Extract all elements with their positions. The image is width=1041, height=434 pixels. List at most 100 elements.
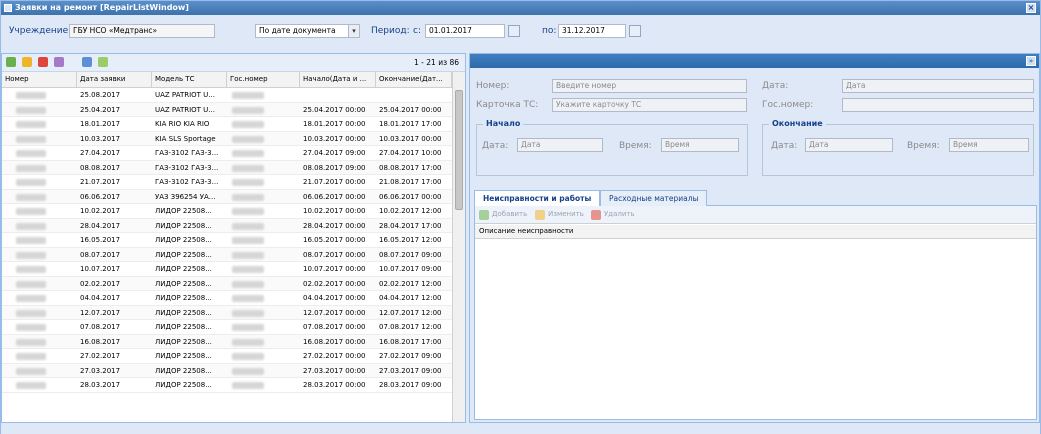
table-row[interactable]: 27.02.2017 ЛИДОР 22508... 27.02.2017 00:00… (2, 349, 452, 364)
table-row[interactable]: 08.07.2017 ЛИДОР 22508... 08.07.2017 00:00… (2, 247, 452, 262)
redacted-number (16, 382, 46, 389)
institution-label: Учреждение: (9, 26, 72, 36)
redacted-plate (232, 324, 264, 331)
cell-end: 25.04.2017 00:00 (379, 105, 442, 114)
cell-model: KIA SLS Sportage (155, 134, 216, 143)
start-group: Начало Дата: Дата Время: Время (476, 119, 748, 176)
gos-label: Гос.номер: (762, 100, 814, 110)
add-icon (479, 210, 489, 220)
cell-model: ЛИДОР 22508... (155, 207, 212, 215)
cell-end: 10.03.2017 00:00 (379, 134, 442, 143)
column-header[interactable]: Дата заявки (77, 72, 152, 88)
cell-model: KIA RIO KIA RIO (155, 120, 210, 128)
cell-start: 10.07.2017 00:00 (303, 265, 366, 273)
add-icon[interactable] (6, 57, 16, 67)
start-group-title: Начало (483, 119, 524, 128)
redacted-number (16, 121, 46, 128)
table-row[interactable]: 27.04.2017 ГАЗ-3102 ГАЗ-3... 27.04.2017 09… (2, 146, 452, 161)
cell-start (300, 88, 376, 102)
table-row[interactable]: 21.07.2017 ГАЗ-3102 ГАЗ-3... 21.07.2017 00… (2, 175, 452, 190)
add-fault-label: Добавить (492, 210, 528, 218)
close-icon[interactable]: × (1026, 3, 1036, 13)
table-row[interactable]: 28.04.2017 ЛИДОР 22508... 28.04.2017 00:00… (2, 218, 452, 233)
cell-end: 21.08.2017 17:00 (379, 178, 442, 186)
table-row[interactable]: 25.04.2017 UAZ PATRIOT U... 25.04.2017 00:… (2, 102, 452, 117)
print-icon[interactable] (54, 57, 64, 67)
end-date-input[interactable]: Дата (805, 138, 893, 152)
date-mode-select[interactable]: По дате документа (255, 24, 349, 38)
tab-faults[interactable]: Неисправности и работы (474, 190, 601, 207)
calendar-icon[interactable] (629, 25, 641, 37)
start-date-label: Дата: (482, 141, 509, 151)
cell-model: ЛИДОР 22508... (155, 323, 212, 331)
scrollbar-thumb[interactable] (455, 90, 463, 210)
cell-start: 02.02.2017 00:00 (303, 279, 366, 288)
cell-end: 12.07.2017 12:00 (379, 308, 442, 317)
table-row[interactable]: 07.08.2017 ЛИДОР 22508... 07.08.2017 00:00… (2, 320, 452, 335)
calendar-icon[interactable] (508, 25, 520, 37)
delete-icon[interactable] (38, 57, 48, 67)
institution-field[interactable]: ГБУ НСО «Медтранс» (69, 24, 215, 38)
table-row[interactable]: 10.02.2017 ЛИДОР 22508... 10.02.2017 00:00… (2, 204, 452, 219)
from-date-field[interactable]: 01.01.2017 (425, 24, 505, 38)
redacted-plate (232, 266, 264, 273)
table-row[interactable]: 08.08.2017 ГАЗ-3102 ГАЗ-3... 08.08.2017 09… (2, 160, 452, 175)
table-row[interactable]: 28.03.2017 ЛИДОР 22508... 28.03.2017 00:00… (2, 378, 452, 393)
cell-model: ГАЗ-3102 ГАЗ-3... (155, 149, 219, 157)
cell-start: 08.08.2017 09:00 (303, 163, 366, 172)
cell-date: 10.02.2017 (80, 207, 121, 215)
table-row[interactable]: 12.07.2017 ЛИДОР 22508... 12.07.2017 00:00… (2, 305, 452, 320)
cell-model: ЛИДОР 22508... (155, 381, 212, 389)
redacted-plate (232, 106, 264, 114)
number-input[interactable]: Введите номер (552, 79, 747, 93)
start-date-input[interactable]: Дата (517, 138, 603, 152)
refresh-icon[interactable] (98, 57, 108, 67)
column-header[interactable]: Номер (2, 72, 77, 88)
column-header[interactable]: Гос.номер (227, 72, 300, 88)
date-label: Дата: (762, 81, 789, 91)
table-row[interactable]: 06.06.2017 УАЗ 396254 УА... 06.06.2017 00:… (2, 189, 452, 204)
table-row[interactable]: 04.04.2017 ЛИДОР 22508... 04.04.2017 00:00… (2, 291, 452, 306)
table-row[interactable]: 10.03.2017 KIA SLS Sportage 10.03.2017 00:… (2, 131, 452, 146)
delete-fault-button[interactable]: Удалить (591, 210, 635, 220)
table-row[interactable]: 10.07.2017 ЛИДОР 22508... 10.07.2017 00:00… (2, 262, 452, 277)
cell-date: 18.01.2017 (80, 120, 121, 128)
start-time-label: Время: (619, 141, 652, 151)
to-date-field[interactable]: 31.12.2017 (558, 24, 626, 38)
column-header[interactable]: Начало(Дата и ... (300, 72, 376, 88)
cell-start: 16.05.2017 00:00 (303, 236, 366, 244)
faults-column-header[interactable]: Описание неисправности (475, 225, 1036, 239)
cell-start: 08.07.2017 00:00 (303, 250, 366, 259)
vertical-scrollbar[interactable] (452, 72, 465, 422)
redacted-plate (232, 164, 264, 172)
card-input[interactable]: Укажите карточку ТС (552, 98, 747, 112)
cell-date: 08.07.2017 (80, 250, 121, 259)
start-time-input[interactable]: Время (661, 138, 739, 152)
add-fault-button[interactable]: Добавить (479, 210, 528, 220)
faults-tab-body: Добавить Изменить Удалить Описание неисп… (474, 206, 1037, 420)
column-header[interactable]: Модель ТС (152, 72, 227, 88)
table-row[interactable]: 16.08.2017 ЛИДОР 22508... 16.08.2017 00:00… (2, 334, 452, 349)
collapse-icon[interactable]: » (1026, 56, 1036, 66)
date-input[interactable]: Дата (842, 79, 1034, 93)
cell-start: 28.04.2017 00:00 (303, 221, 366, 230)
redacted-number (16, 324, 46, 331)
redacted-number (16, 353, 46, 360)
faults-toolbar: Добавить Изменить Удалить (475, 206, 1036, 224)
chevron-down-icon[interactable]: ▾ (348, 24, 360, 38)
export-icon[interactable] (82, 57, 92, 67)
tab-materials[interactable]: Расходные материалы (600, 190, 708, 206)
cell-end: 08.08.2017 17:00 (379, 163, 442, 172)
table-row[interactable]: 16.05.2017 ЛИДОР 22508... 16.05.2017 00:00… (2, 233, 452, 248)
column-header[interactable]: Окончание(Дат... (376, 72, 452, 88)
table-row[interactable]: 02.02.2017 ЛИДОР 22508... 02.02.2017 00:00… (2, 276, 452, 291)
table-row[interactable]: 27.03.2017 ЛИДОР 22508... 27.03.2017 00:00… (2, 363, 452, 378)
table-row[interactable]: 18.01.2017 KIA RIO KIA RIO 18.01.2017 00:0… (2, 117, 452, 132)
gos-input[interactable] (842, 98, 1034, 112)
table-row[interactable]: 25.08.2017 UAZ PATRIOT U... (2, 88, 452, 103)
cell-end: 08.07.2017 09:00 (379, 250, 442, 259)
edit-icon[interactable] (22, 57, 32, 67)
edit-fault-button[interactable]: Изменить (535, 210, 584, 220)
cell-date: 25.04.2017 (80, 105, 121, 114)
end-time-input[interactable]: Время (949, 138, 1029, 152)
